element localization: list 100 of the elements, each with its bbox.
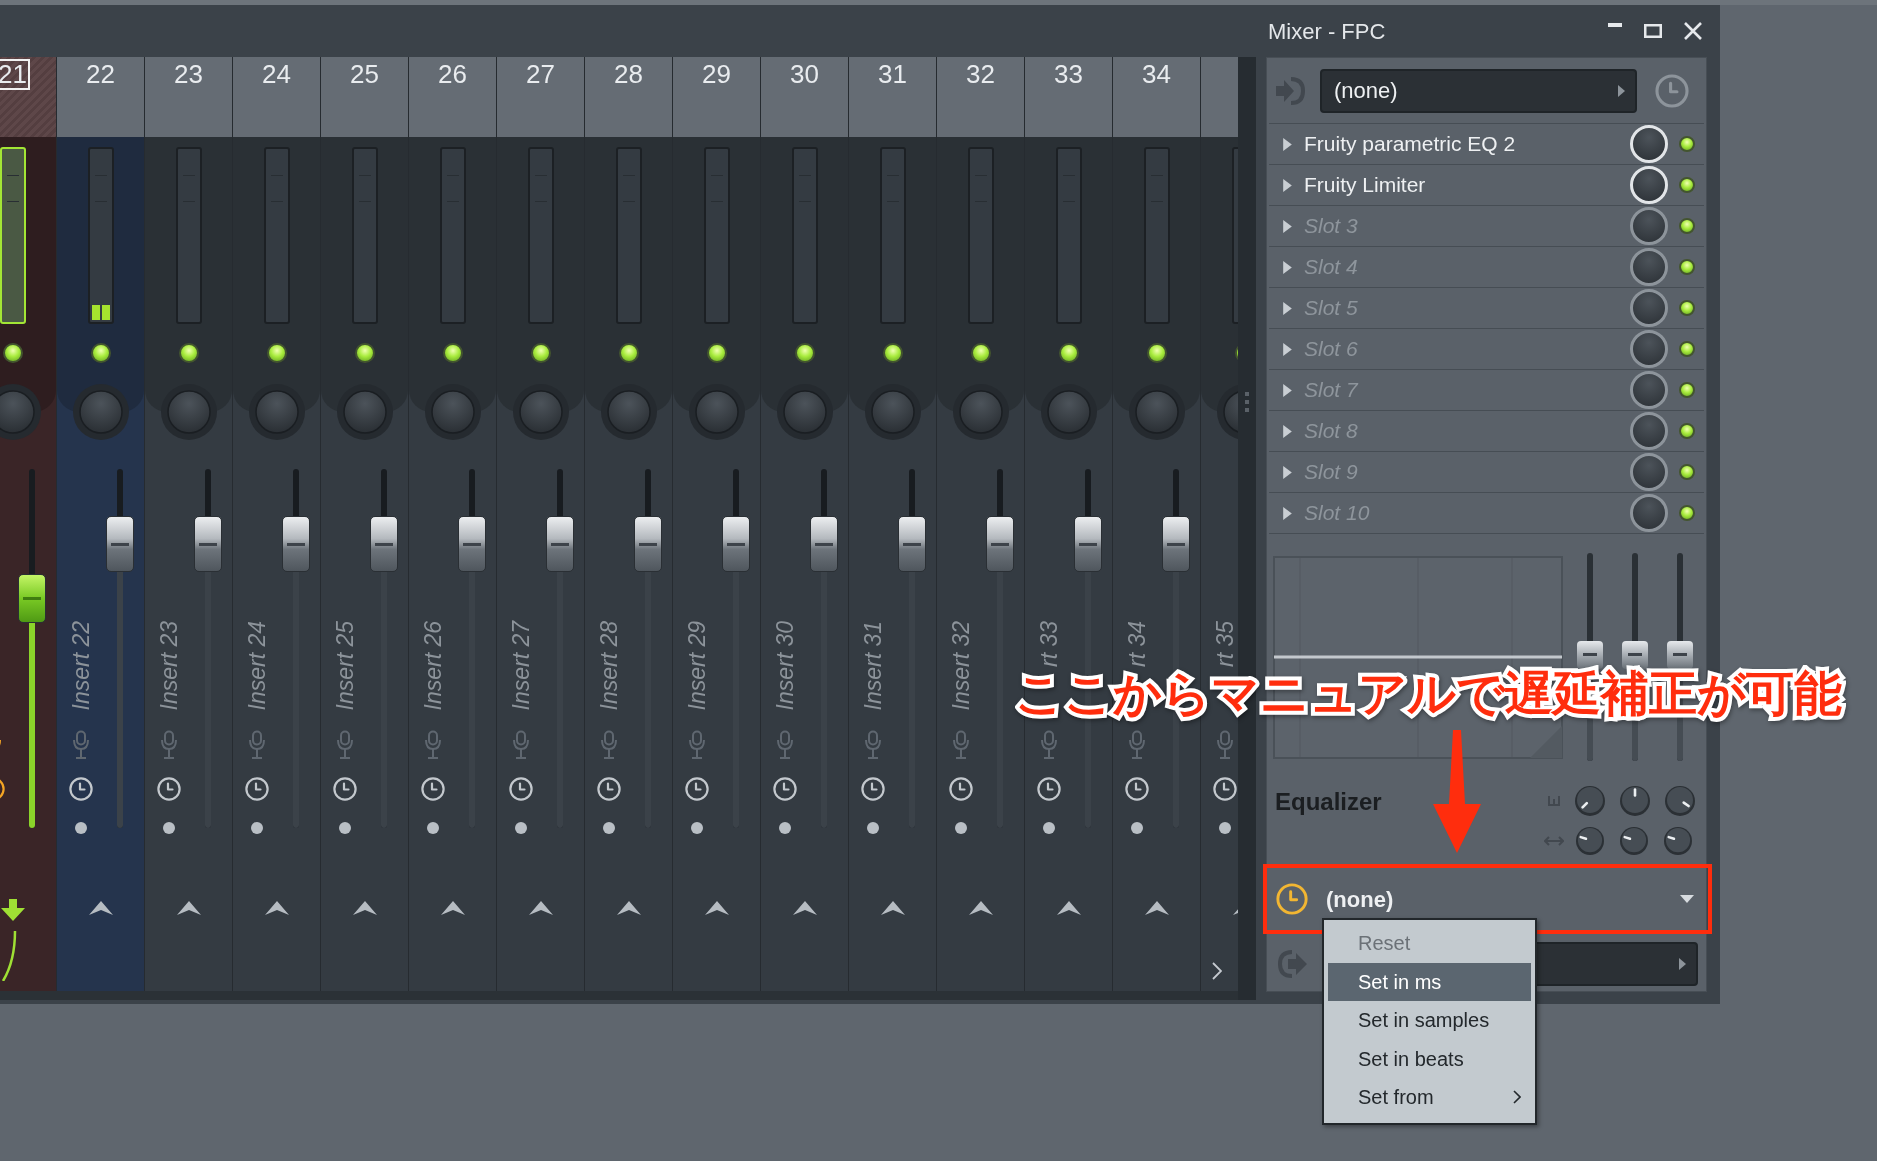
expand-arrow-icon[interactable] [1283, 424, 1292, 438]
channel-strip[interactable]: 25 Insert 25 [321, 57, 409, 991]
mix-knob[interactable] [1630, 207, 1668, 245]
channel-strip[interactable]: 23 Insert 23 [145, 57, 233, 991]
fader-handle[interactable] [898, 516, 926, 573]
mix-knob[interactable] [1630, 289, 1668, 327]
mix-knob[interactable] [1630, 248, 1668, 286]
channel-strip[interactable]: 27 Insert 27 [497, 57, 585, 991]
eq-knob[interactable] [1620, 786, 1650, 816]
channel-header[interactable]: 30 [761, 57, 848, 137]
fader-handle[interactable] [18, 573, 46, 623]
fader-handle[interactable] [810, 516, 838, 573]
channel-header[interactable]: 28 [585, 57, 672, 137]
fader-handle[interactable] [634, 516, 662, 573]
clock-icon[interactable] [1125, 777, 1149, 801]
down-arrow-icon[interactable] [0, 899, 26, 981]
channel-header[interactable]: 22 [57, 57, 144, 137]
fader-handle[interactable] [194, 516, 222, 573]
channel-header[interactable]: 31 [849, 57, 936, 137]
mix-knob[interactable] [1630, 330, 1668, 368]
fader-handle[interactable] [458, 516, 486, 573]
led-toggle[interactable] [1679, 505, 1695, 521]
clock-icon[interactable] [773, 777, 797, 801]
input-dropdown[interactable]: (none) [1320, 68, 1637, 113]
expand-arrow-icon[interactable] [1283, 465, 1292, 479]
led-toggle[interactable] [794, 343, 815, 363]
maximize-icon[interactable] [1644, 24, 1662, 38]
expand-arrow-icon[interactable] [1283, 383, 1292, 397]
up-arrow-icon[interactable] [704, 901, 729, 915]
up-arrow-icon[interactable] [528, 901, 553, 915]
eq-knob[interactable] [1576, 827, 1604, 855]
mix-knob[interactable] [1630, 371, 1668, 409]
channel-strip[interactable]: 29 Insert 29 [673, 57, 761, 991]
caret-down-icon[interactable] [1680, 895, 1694, 903]
close-icon[interactable] [1684, 22, 1702, 40]
led-toggle[interactable] [442, 343, 463, 363]
clock-icon[interactable] [861, 777, 885, 801]
led-toggle[interactable] [1679, 177, 1695, 193]
fader-handle[interactable] [986, 516, 1014, 573]
menu-item[interactable]: Set in samples [1328, 1001, 1531, 1040]
up-arrow-icon[interactable] [352, 901, 377, 915]
eq-knob[interactable] [1620, 827, 1648, 855]
expand-arrow-icon[interactable] [1283, 219, 1292, 233]
channel-header[interactable]: 33 [1025, 57, 1112, 137]
grip-icon[interactable] [1245, 392, 1249, 412]
clock-icon[interactable] [333, 777, 357, 801]
expand-arrow-icon[interactable] [1283, 342, 1292, 356]
mix-knob[interactable] [1630, 453, 1668, 491]
up-arrow-icon[interactable] [1144, 901, 1169, 915]
led-toggle[interactable] [1679, 218, 1695, 234]
eq-fader-handle[interactable] [1622, 640, 1648, 669]
channel-strip[interactable]: 31 Insert 31 [849, 57, 937, 991]
expand-arrow-icon[interactable] [1283, 137, 1292, 151]
up-arrow-icon[interactable] [88, 901, 113, 915]
channel-header[interactable]: 29 [673, 57, 760, 137]
channel-strip[interactable]: 26 Insert 26 [409, 57, 497, 991]
effect-slot[interactable]: Fruity parametric EQ 2 [1269, 124, 1704, 165]
led-toggle[interactable] [178, 343, 199, 363]
led-toggle[interactable] [266, 343, 287, 363]
fader-handle[interactable] [282, 516, 310, 573]
scroll-right-icon[interactable] [1212, 962, 1222, 980]
channel-header[interactable]: 25 [321, 57, 408, 137]
clock-icon[interactable] [1213, 777, 1237, 801]
clock-icon[interactable] [245, 777, 269, 801]
channel-header[interactable]: 23 [145, 57, 232, 137]
led-toggle[interactable] [530, 343, 551, 363]
mix-knob[interactable] [1630, 494, 1668, 532]
expand-arrow-icon[interactable] [1283, 260, 1292, 274]
eq-fader-handle[interactable] [1667, 640, 1693, 669]
fader-handle[interactable] [722, 516, 750, 573]
fader-handle[interactable] [1162, 516, 1190, 573]
led-toggle[interactable] [882, 343, 903, 363]
menu-item[interactable]: Set in ms [1328, 962, 1531, 1001]
led-toggle[interactable] [1679, 259, 1695, 275]
led-toggle[interactable] [1146, 343, 1167, 363]
channel-header[interactable]: 21 [0, 57, 56, 137]
input-icon[interactable] [1275, 75, 1305, 106]
clock-icon[interactable] [157, 777, 181, 801]
eq-knob[interactable] [1665, 786, 1695, 816]
slot-name[interactable]: Fruity parametric EQ 2 [1304, 128, 1630, 160]
clock-icon[interactable] [421, 777, 445, 801]
channel-strip[interactable]: 28 Insert 28 [585, 57, 673, 991]
up-arrow-icon[interactable] [264, 901, 289, 915]
channel-strip[interactable]: 21 [0, 57, 57, 991]
clock-icon[interactable] [1037, 777, 1061, 801]
slot-name[interactable]: Fruity Limiter [1304, 169, 1630, 201]
led-toggle[interactable] [1679, 423, 1695, 439]
led-toggle[interactable] [354, 343, 375, 363]
up-arrow-icon[interactable] [1056, 901, 1081, 915]
led-toggle[interactable] [970, 343, 991, 363]
mix-knob[interactable] [1630, 412, 1668, 450]
eq-knob[interactable] [1575, 786, 1605, 816]
channel-strip[interactable]: 30 Insert 30 [761, 57, 849, 991]
fader-handle[interactable] [370, 516, 398, 573]
up-arrow-icon[interactable] [616, 901, 641, 915]
channel-header[interactable]: 34 [1113, 57, 1200, 137]
clock-icon[interactable] [685, 777, 709, 801]
led-toggle[interactable] [1058, 343, 1079, 363]
led-toggle[interactable] [2, 343, 23, 363]
led-toggle[interactable] [1679, 136, 1695, 152]
